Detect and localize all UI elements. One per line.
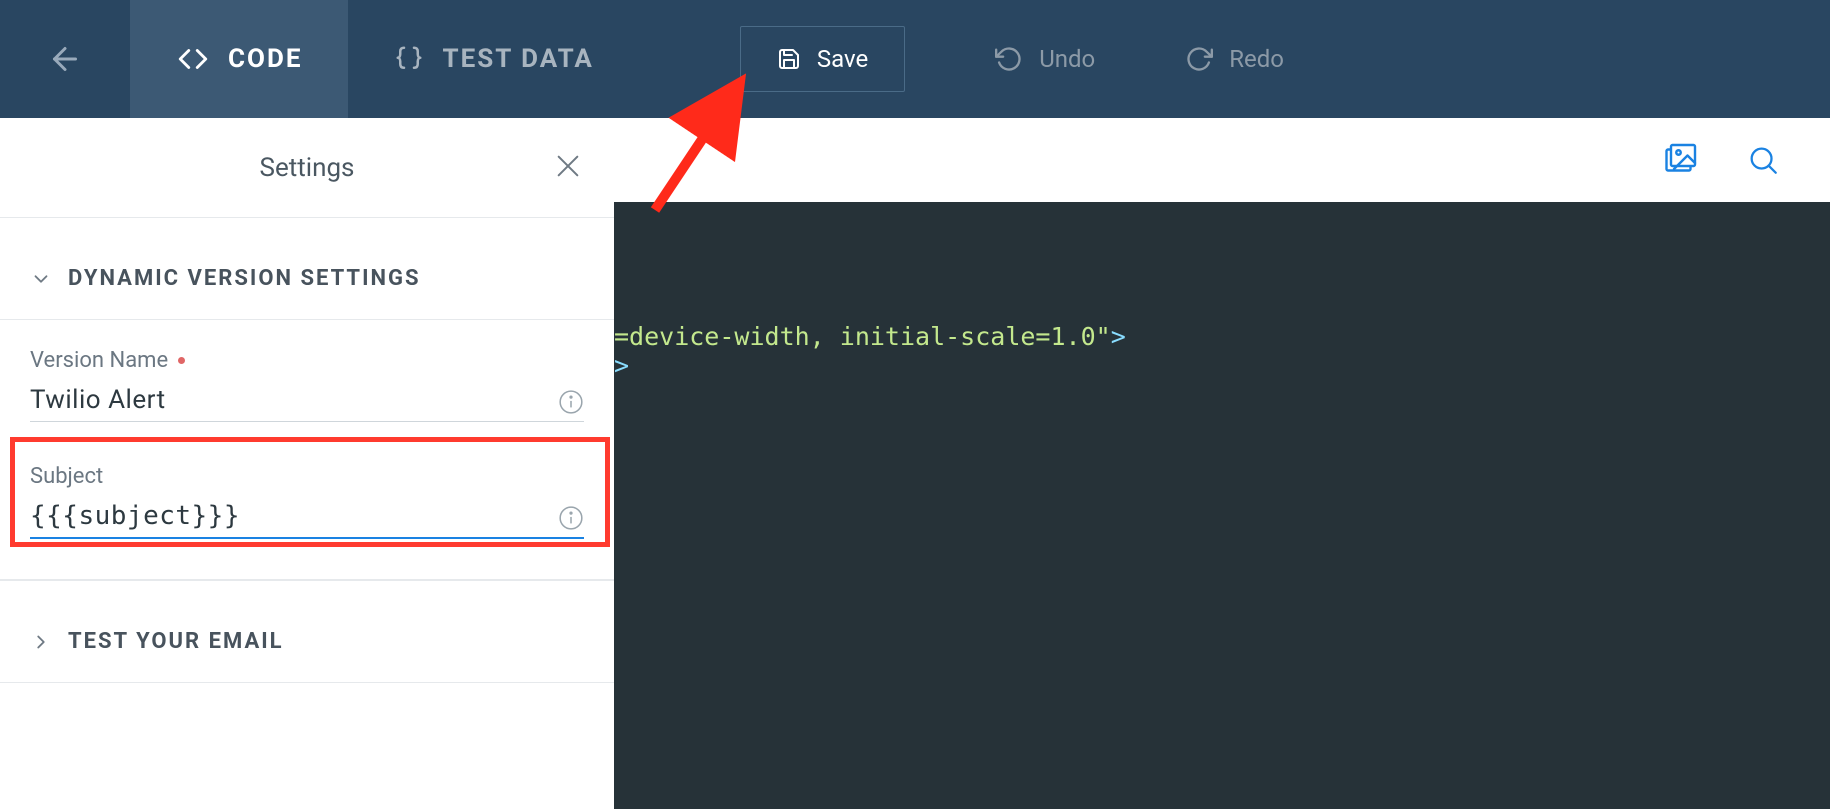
settings-panel: Settings DYNAMIC VERSION SETTINGS Versio… — [0, 118, 614, 809]
code-text: > — [1111, 322, 1126, 351]
arrow-left-icon — [47, 41, 83, 77]
close-button[interactable] — [552, 150, 584, 182]
version-name-label-text: Version Name — [30, 348, 168, 373]
required-dot-icon — [178, 357, 185, 364]
image-icon — [1662, 142, 1698, 178]
tab-test-data-label: TEST DATA — [442, 44, 593, 74]
braces-icon — [394, 44, 424, 74]
code-editor-main[interactable]: =device-width, initial-scale=1.0"> > — [614, 202, 1280, 809]
redo-icon — [1185, 45, 1213, 73]
code-text: =device-width, initial-scale=1.0" — [614, 322, 1111, 351]
tab-test-data[interactable]: TEST DATA — [348, 0, 639, 118]
version-name-input[interactable] — [30, 379, 546, 415]
redo-button[interactable]: Redo — [1185, 45, 1284, 73]
tab-code[interactable]: CODE — [130, 0, 348, 118]
subject-input[interactable] — [30, 495, 546, 531]
code-text: > — [614, 351, 629, 380]
top-toolbar: CODE TEST DATA Save Undo Redo — [0, 0, 1830, 118]
section-dynamic-version-settings[interactable]: DYNAMIC VERSION SETTINGS — [0, 218, 614, 320]
back-button[interactable] — [0, 0, 130, 118]
section-test-label: TEST YOUR EMAIL — [68, 629, 284, 654]
editor-subbar — [614, 118, 1830, 202]
undo-button[interactable]: Undo — [995, 45, 1095, 73]
section-test-your-email[interactable]: TEST YOUR EMAIL — [0, 580, 614, 683]
save-label: Save — [817, 45, 868, 73]
settings-title: Settings — [260, 153, 355, 183]
chevron-down-icon — [30, 268, 52, 290]
tab-code-label: CODE — [228, 44, 302, 74]
code-icon — [176, 42, 210, 76]
version-name-label: Version Name — [30, 348, 584, 373]
undo-label: Undo — [1039, 45, 1095, 73]
images-button[interactable] — [1662, 142, 1698, 178]
section-dynamic-label: DYNAMIC VERSION SETTINGS — [68, 266, 421, 291]
search-button[interactable] — [1746, 143, 1780, 177]
settings-header: Settings — [0, 118, 614, 218]
chevron-right-icon — [30, 631, 52, 653]
code-editor[interactable]: =device-width, initial-scale=1.0"> > — [614, 202, 1830, 809]
redo-label: Redo — [1229, 45, 1284, 73]
info-icon[interactable] — [558, 505, 584, 531]
search-icon — [1746, 143, 1780, 177]
close-icon — [552, 150, 584, 182]
settings-fields: Version Name Subject — [0, 320, 614, 580]
subject-label: Subject — [30, 464, 584, 489]
save-button[interactable]: Save — [740, 26, 905, 92]
code-editor-minimap[interactable] — [1280, 202, 1830, 809]
undo-icon — [995, 45, 1023, 73]
subject-field: Subject — [30, 464, 584, 539]
version-name-field: Version Name — [30, 348, 584, 422]
save-icon — [777, 47, 801, 71]
info-icon[interactable] — [558, 389, 584, 415]
